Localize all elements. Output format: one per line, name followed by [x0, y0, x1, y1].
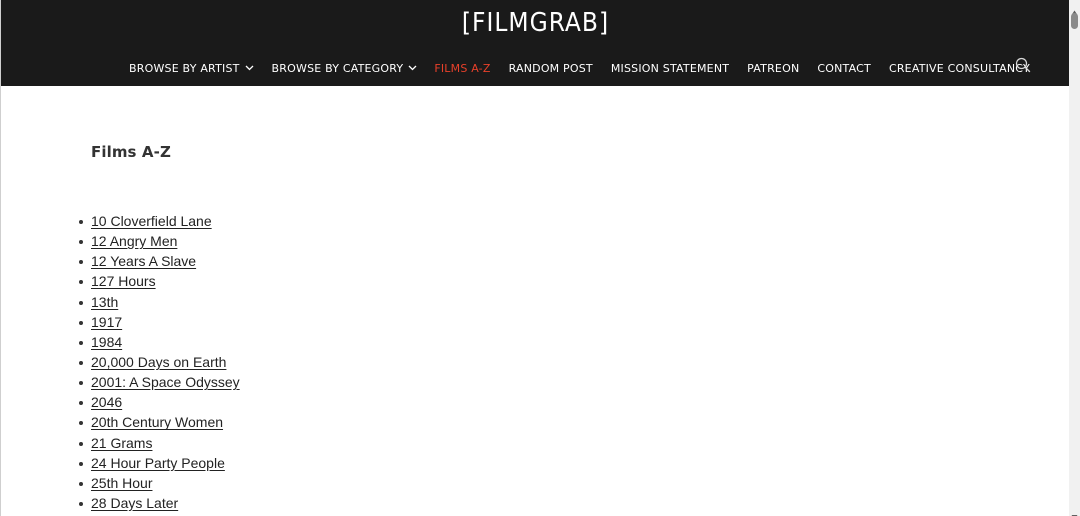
film-link[interactable]: 25th Hour: [91, 475, 152, 491]
list-item: 10 Cloverfield Lane: [79, 212, 240, 232]
bullet-icon: [79, 280, 83, 285]
chevron-down-icon: [408, 65, 417, 71]
film-link[interactable]: 127 Hours: [91, 273, 156, 289]
film-link[interactable]: 1984: [91, 334, 122, 350]
chevron-down-icon: [245, 65, 254, 71]
main-content: Films A-Z 10 Cloverfield Lane 12 Angry Me…: [1, 86, 1070, 516]
list-item: 25th Hour: [79, 474, 240, 494]
nav-item-label: CONTACT: [817, 61, 871, 75]
bullet-icon: [79, 421, 83, 426]
nav-item-contact[interactable]: CONTACT: [817, 62, 871, 75]
nav-item-films-a-z[interactable]: FILMS A-Z: [434, 62, 490, 75]
list-item: 28 Days Later: [79, 494, 240, 514]
list-item: 24 Hour Party People: [79, 454, 240, 474]
film-list: 10 Cloverfield Lane 12 Angry Men 12 Years …: [79, 212, 240, 514]
nav-item-label: CREATIVE CONSULTANCY: [888, 61, 1030, 75]
film-link[interactable]: 10 Cloverfield Lane: [91, 213, 212, 229]
list-item: 13th: [79, 293, 240, 313]
nav-item-label: FILMS A-Z: [434, 61, 491, 75]
bullet-icon: [79, 381, 83, 386]
bullet-icon: [79, 260, 83, 265]
scroll-up-arrow-icon[interactable]: [1071, 3, 1078, 15]
bullet-icon: [79, 360, 83, 365]
search-icon[interactable]: [1015, 57, 1031, 73]
list-item: 20th Century Women: [79, 413, 240, 433]
nav-item-label: BROWSE BY CATEGORY: [271, 61, 404, 75]
film-link[interactable]: 20,000 Days on Earth: [91, 354, 226, 370]
film-link[interactable]: 28 Days Later: [91, 495, 178, 511]
nav-item-label: RANDOM POST: [508, 61, 593, 75]
site-header: [FILMGRAB] BROWSE BY ARTIST BROWSE BY CAT…: [1, 0, 1070, 86]
list-item: 12 Angry Men: [79, 232, 240, 252]
list-item: 21 Grams: [79, 434, 240, 454]
film-link[interactable]: 21 Grams: [91, 435, 152, 451]
bullet-icon: [79, 340, 83, 345]
bullet-icon: [79, 320, 83, 325]
film-link[interactable]: 20th Century Women: [91, 414, 223, 430]
nav-item-label: MISSION STATEMENT: [610, 61, 730, 75]
nav-item-browse-by-artist[interactable]: BROWSE BY ARTIST: [129, 62, 254, 75]
bullet-icon: [79, 401, 83, 406]
film-link[interactable]: 13th: [91, 294, 118, 310]
list-item: 2001: A Space Odyssey: [79, 373, 240, 393]
scroll-down-arrow-icon[interactable]: [1071, 507, 1078, 516]
film-link[interactable]: 1917: [91, 314, 122, 330]
list-item: 127 Hours: [79, 272, 240, 292]
bullet-icon: [79, 300, 83, 305]
nav-item-label: PATREON: [747, 61, 800, 75]
nav-item-label: BROWSE BY ARTIST: [129, 61, 240, 75]
list-item: 20,000 Days on Earth: [79, 353, 240, 373]
bullet-icon: [79, 461, 83, 466]
list-item: 12 Years A Slave: [79, 252, 240, 272]
nav-item-random-post[interactable]: RANDOM POST: [509, 62, 593, 75]
list-item: 2046: [79, 393, 240, 413]
bullet-icon: [79, 240, 83, 245]
page-title: Films A-Z: [91, 143, 171, 161]
film-link[interactable]: 12 Years A Slave: [91, 253, 196, 269]
nav-item-mission-statement[interactable]: MISSION STATEMENT: [611, 62, 729, 75]
scrollbar-thumb[interactable]: [1071, 13, 1078, 29]
site-title[interactable]: [FILMGRAB]: [1, 8, 1070, 38]
list-item: 1984: [79, 333, 240, 353]
nav-item-creative-consultancy[interactable]: CREATIVE CONSULTANCY: [889, 62, 1030, 75]
list-item: 1917: [79, 313, 240, 333]
browser-viewport: [FILMGRAB] BROWSE BY ARTIST BROWSE BY CAT…: [0, 0, 1070, 516]
vertical-scrollbar[interactable]: [1069, 0, 1080, 516]
bullet-icon: [79, 481, 83, 486]
film-link[interactable]: 12 Angry Men: [91, 233, 177, 249]
nav-item-patreon[interactable]: PATREON: [747, 62, 799, 75]
bullet-icon: [79, 220, 83, 224]
bullet-icon: [79, 501, 83, 506]
bullet-icon: [79, 441, 83, 446]
main-nav: BROWSE BY ARTIST BROWSE BY CATEGORY FILMS …: [129, 60, 1030, 76]
film-link[interactable]: 2046: [91, 394, 122, 410]
nav-item-browse-by-category[interactable]: BROWSE BY CATEGORY: [272, 62, 418, 75]
film-link[interactable]: 24 Hour Party People: [91, 455, 225, 471]
film-link[interactable]: 2001: A Space Odyssey: [91, 374, 240, 390]
